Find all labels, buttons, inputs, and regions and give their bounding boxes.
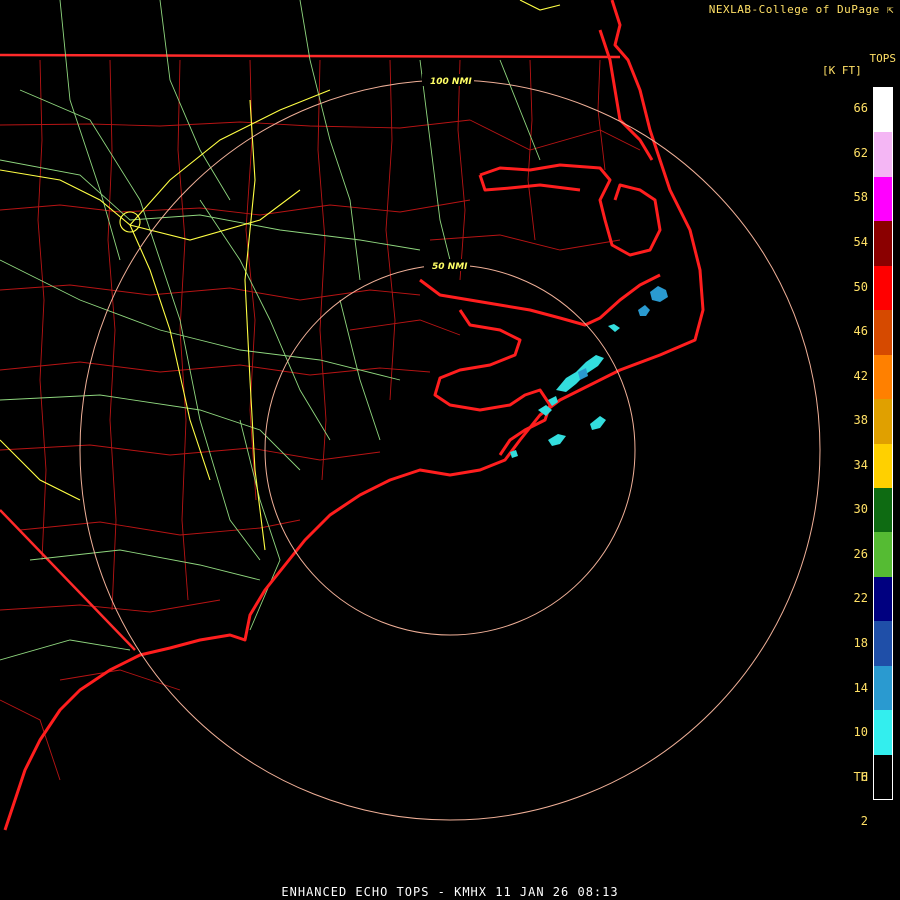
legend-label: 14 bbox=[853, 680, 868, 695]
legend-swatch bbox=[874, 754, 892, 799]
legend-swatch bbox=[874, 665, 892, 711]
legend-label: 58 bbox=[853, 190, 868, 205]
legend-label: 38 bbox=[853, 413, 868, 428]
echo-cell bbox=[590, 416, 606, 430]
echo-cell bbox=[638, 305, 650, 316]
legend-label: 10 bbox=[853, 725, 868, 740]
legend-title-line2: [K FT] bbox=[822, 64, 862, 77]
legend-label: 42 bbox=[853, 368, 868, 383]
ring-label-50: 50 NMI bbox=[432, 262, 468, 272]
range-ring-labels: 50 NMI 100 NMI bbox=[422, 74, 474, 272]
radar-map: 50 NMI 100 NMI bbox=[0, 0, 821, 831]
legend-label: 2 bbox=[860, 814, 868, 829]
range-ring-100 bbox=[79, 79, 821, 821]
legend-label: 46 bbox=[853, 324, 868, 339]
legend-swatch bbox=[874, 487, 892, 533]
legend-label: TH bbox=[853, 769, 868, 784]
legend-swatch bbox=[874, 176, 892, 222]
legend-label: 22 bbox=[853, 591, 868, 606]
legend-label: 30 bbox=[853, 502, 868, 517]
legend-swatch bbox=[874, 399, 892, 444]
legend-label: 18 bbox=[853, 636, 868, 651]
echo-cell bbox=[608, 324, 620, 332]
legend-swatch bbox=[874, 710, 892, 755]
legend-label: 54 bbox=[853, 234, 868, 249]
legend-swatch bbox=[874, 621, 892, 666]
legend-swatch bbox=[874, 443, 892, 488]
legend-swatch bbox=[874, 354, 892, 400]
product-title: ENHANCED ECHO TOPS - KMHX 11 JAN 26 08:1… bbox=[281, 885, 619, 899]
echo-cell bbox=[548, 434, 566, 446]
legend-swatch bbox=[874, 265, 892, 311]
legend-label: 62 bbox=[853, 145, 868, 160]
color-scale-labels: 66 62 58 54 50 46 42 38 34 30 26 22 18 14 10 6 2 TH bbox=[832, 87, 868, 828]
color-scale-bar bbox=[873, 87, 893, 800]
range-rings bbox=[79, 79, 821, 821]
interstates bbox=[0, 0, 561, 551]
cursor-arrow-icon: ⇱ bbox=[886, 3, 894, 16]
legend-swatch bbox=[874, 221, 892, 266]
legend-label: 26 bbox=[853, 546, 868, 561]
legend-swatch bbox=[874, 310, 892, 355]
echo-cell bbox=[650, 286, 668, 302]
legend-label: 66 bbox=[853, 101, 868, 116]
legend-swatch bbox=[874, 532, 892, 577]
legend-label: 34 bbox=[853, 457, 868, 472]
ring-label-100: 100 NMI bbox=[430, 77, 472, 87]
legend-label: 50 bbox=[853, 279, 868, 294]
legend-swatch bbox=[874, 576, 892, 622]
legend-swatch bbox=[874, 132, 892, 177]
legend-title: TOPS [K FT] bbox=[822, 53, 896, 77]
credit-label: NEXLAB-College of DuPage ⇱ bbox=[708, 3, 894, 16]
legend-swatch bbox=[874, 88, 892, 133]
